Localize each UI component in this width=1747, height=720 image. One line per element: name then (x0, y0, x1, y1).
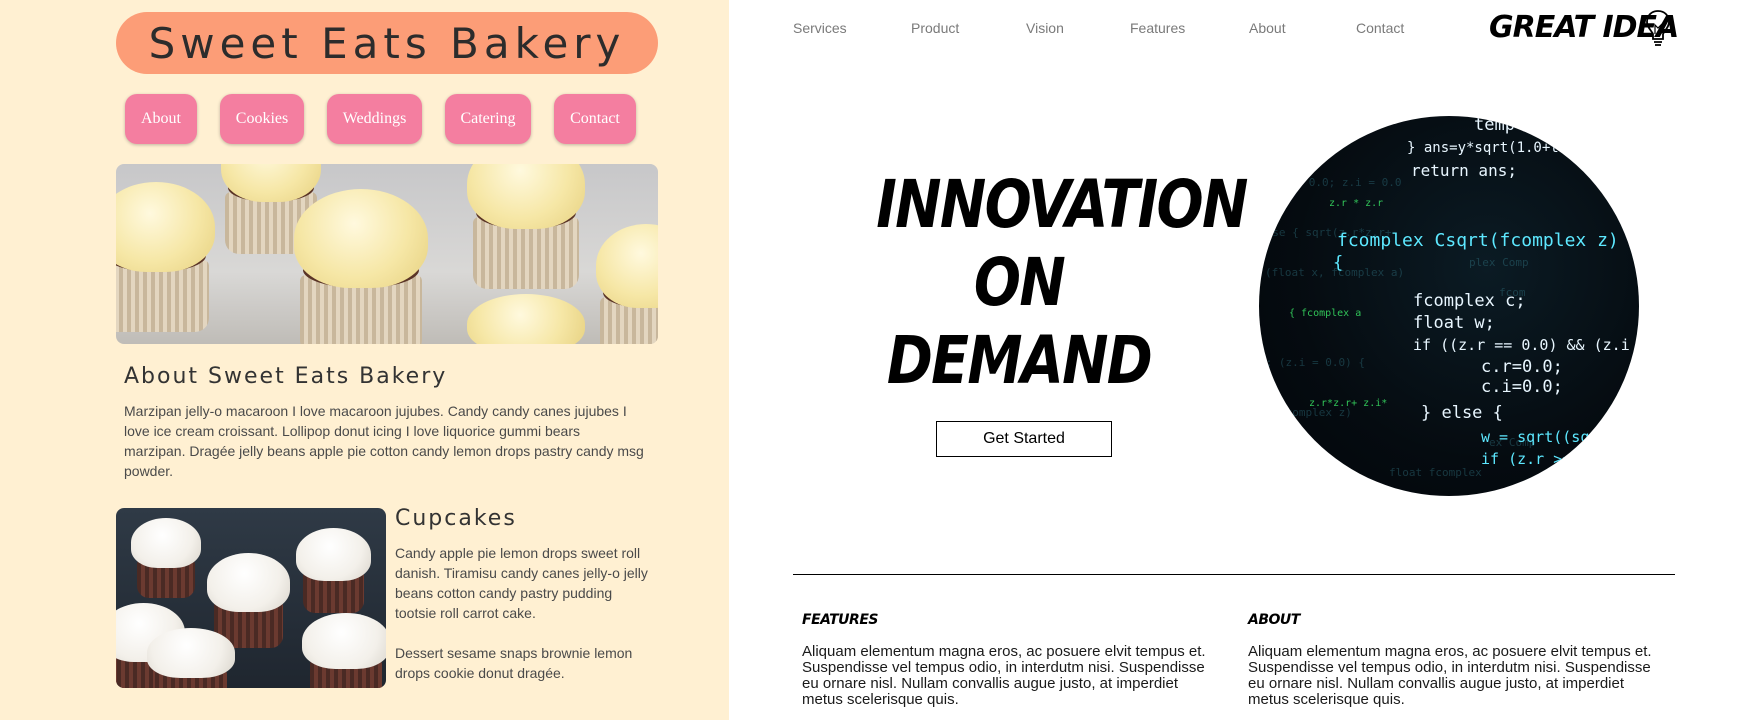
code-line-12: w = sqrt((sqrt(z.r*z.r (1481, 428, 1639, 446)
cupcakes-image (116, 508, 386, 688)
cupcakes-text-2: Dessert sesame snaps brownie lemon drops… (395, 645, 633, 681)
hero-line-1: INNOVATION (876, 166, 1248, 243)
code-line-1: temp=x/y; (1474, 116, 1566, 135)
nav-about-button[interactable]: About (125, 94, 197, 144)
nav-contact-button[interactable]: Contact (554, 94, 636, 144)
code-line-13: if (z.r >= 0.0) { (1481, 450, 1635, 468)
lightbulb-icon (1646, 10, 1670, 46)
code-line-8: if ((z.r == 0.0) && (z.i == 0.0)) { (1413, 336, 1639, 354)
bakery-title: Sweet Eats Bakery (116, 12, 658, 74)
code-image: z.r = 0.0; z.i = 0.0 else { sqrt(z.r*z.r… (1259, 116, 1639, 496)
code-line-5: { (1333, 253, 1343, 273)
hero-line-3: DEMAND (886, 322, 1153, 399)
svg-text:z.r * z.r: z.r * z.r (1329, 198, 1383, 209)
code-line-3: return ans; (1411, 161, 1517, 180)
divider (793, 574, 1675, 575)
nav-contact-link[interactable]: Contact (1356, 20, 1404, 36)
svg-text:z.r = 0.0; z.i = 0.0: z.r = 0.0; z.i = 0.0 (1269, 176, 1401, 189)
hero-line-2: ON (973, 244, 1066, 321)
nav-services-link[interactable]: Services (793, 20, 847, 36)
hero-cupcakes-image (116, 164, 658, 344)
cupcakes-heading: Cupcakes (395, 506, 517, 531)
code-svg: z.r = 0.0; z.i = 0.0 else { sqrt(z.r*z.r… (1259, 116, 1639, 479)
cupcakes-text-1: Candy apple pie lemon drops sweet roll d… (395, 545, 648, 621)
features-heading: FEATURES (802, 612, 878, 628)
great-idea-page: Services Product Vision Features About C… (729, 0, 1747, 720)
bakery-page: Sweet Eats Bakery About Cookies Weddings… (0, 0, 729, 720)
bakery-nav: About Cookies Weddings Catering Contact (0, 94, 729, 146)
hero-title: INNOVATION ON DEMAND (876, 166, 1248, 400)
about-column-heading: ABOUT (1248, 612, 1300, 628)
code-line-4: fcomplex Csqrt(fcomplex z) (1337, 230, 1619, 251)
features-text: Aliquam elementum magna eros, ac posuere… (802, 643, 1206, 708)
nav-about-link[interactable]: About (1249, 20, 1286, 36)
svg-text:z.r*z.r+ z.i*: z.r*z.r+ z.i* (1309, 398, 1387, 409)
code-line-11: } else { (1421, 403, 1503, 423)
code-line-9: c.r=0.0; (1481, 357, 1563, 377)
nav-catering-button[interactable]: Catering (445, 94, 531, 144)
code-line-7: float w; (1413, 313, 1495, 333)
nav-product-link[interactable]: Product (911, 20, 959, 36)
nav-weddings-button[interactable]: Weddings (327, 94, 422, 144)
nav-features-link[interactable]: Features (1130, 20, 1185, 36)
svg-text:float fcomplex: float fcomplex (1389, 466, 1482, 479)
nav-vision-link[interactable]: Vision (1026, 20, 1064, 36)
about-text: Marzipan jelly-o macaroon I love macaroo… (124, 403, 644, 479)
code-line-10: c.i=0.0; (1481, 377, 1563, 397)
svg-text:{ fcomplex a: { fcomplex a (1289, 308, 1361, 319)
nav-cookies-button[interactable]: Cookies (220, 94, 304, 144)
get-started-button[interactable]: Get Started (936, 421, 1112, 457)
about-column-text: Aliquam elementum magna eros, ac posuere… (1248, 643, 1652, 708)
code-line-6: fcomplex c; (1413, 291, 1526, 311)
svg-text:plex Comp: plex Comp (1469, 256, 1529, 269)
svg-text:c; (z.i = 0.0) {: c; (z.i = 0.0) { (1259, 356, 1365, 369)
about-heading: About Sweet Eats Bakery (124, 364, 448, 389)
code-line-2: } ans=y*sqrt(1.0+temp*temp (1407, 140, 1626, 156)
